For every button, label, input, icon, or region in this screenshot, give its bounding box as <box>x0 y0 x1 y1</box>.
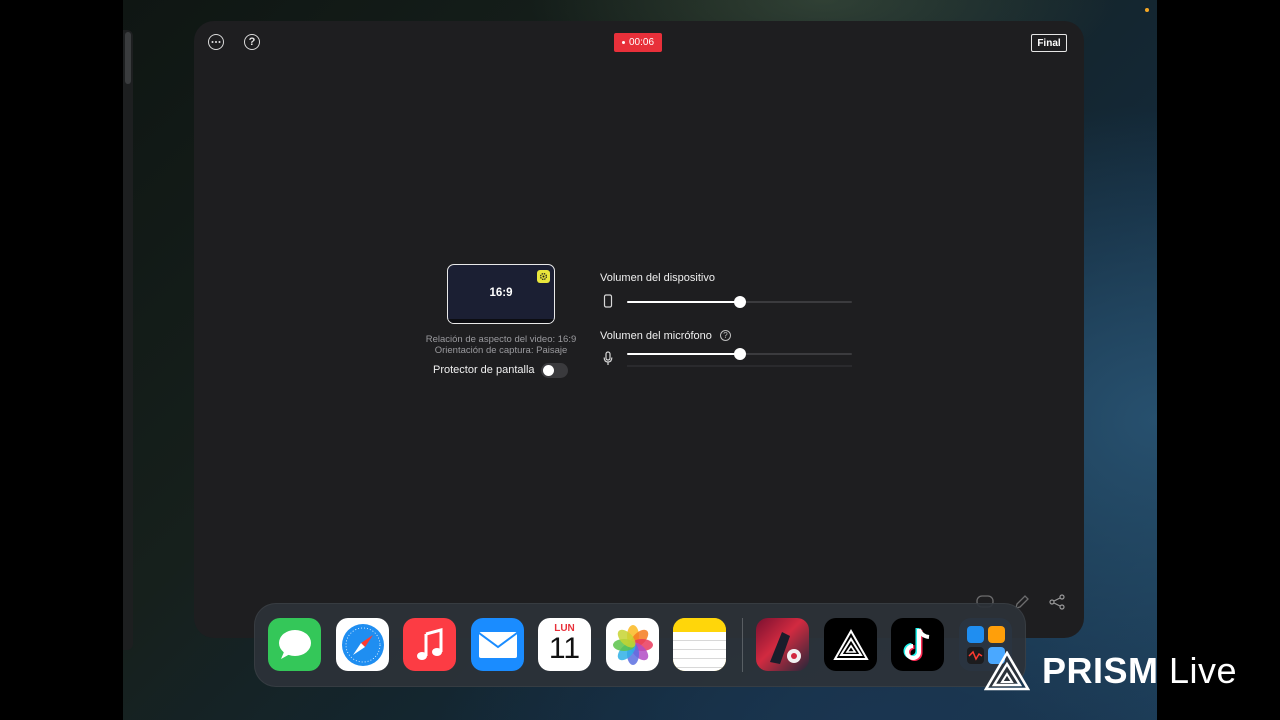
mic-volume-knob[interactable] <box>733 348 746 360</box>
mic-volume-slider[interactable] <box>627 348 852 360</box>
share-icon[interactable] <box>1048 593 1066 611</box>
device-volume-slider[interactable] <box>627 296 852 308</box>
aspect-ratio-preview[interactable]: 16:9 <box>447 264 555 324</box>
aspect-ratio-text: Relación de aspecto del video: 16:9 <box>425 334 577 345</box>
notes-paper <box>673 632 726 671</box>
mic-volume-fill <box>627 353 740 355</box>
notes-app-icon[interactable] <box>673 618 726 671</box>
watermark-brand: PRISM <box>1042 650 1159 691</box>
settings-gear-icon[interactable] <box>537 270 550 283</box>
help-button[interactable]: ? <box>244 34 260 50</box>
toggle-knob <box>543 365 554 376</box>
preview-bottom-bar <box>448 319 554 323</box>
recording-time: 00:06 <box>628 37 655 48</box>
safari-app-icon[interactable] <box>336 618 389 671</box>
privacy-indicator-dot <box>1145 8 1149 12</box>
ellipsis-circle-icon <box>211 41 221 43</box>
aspect-ratio-label: 16:9 <box>489 287 513 299</box>
ipad-screen: ? 00:06 Final 16:9 Relación de aspecto d… <box>123 0 1157 720</box>
mail-app-icon[interactable] <box>471 618 524 671</box>
watermark-suffix: Live <box>1169 650 1238 691</box>
notes-header <box>673 618 726 632</box>
music-app-icon[interactable] <box>403 618 456 671</box>
tiktok-app-icon[interactable] <box>891 618 944 671</box>
prism-live-app-icon[interactable] <box>824 618 877 671</box>
more-options-button[interactable] <box>208 34 224 50</box>
screen-protector-label: Protector de pantalla <box>433 364 535 376</box>
calendar-app-icon[interactable]: LUN 11 <box>538 618 591 671</box>
free-fire-max-app-icon[interactable] <box>756 618 809 671</box>
microphone-icon <box>603 351 613 365</box>
recording-dot-icon <box>621 41 625 44</box>
dock: LUN 11 <box>254 603 1026 687</box>
device-volume-label: Volumen del dispositivo <box>600 272 715 284</box>
orientation-text: Orientación de captura: Paisaje <box>434 345 568 356</box>
device-phone-icon <box>603 294 613 308</box>
device-volume-knob[interactable] <box>733 296 746 308</box>
final-button[interactable]: Final <box>1031 34 1067 52</box>
left-app-edge-thumb <box>125 32 131 84</box>
device-volume-fill <box>627 301 740 303</box>
watermark-text: PRISM Live <box>1042 650 1237 692</box>
prism-live-watermark: PRISM Live <box>984 650 1237 692</box>
messages-app-icon[interactable] <box>268 618 321 671</box>
prism-logo-icon <box>984 651 1030 691</box>
mic-help-icon[interactable]: ? <box>720 330 731 341</box>
screen-protector-toggle[interactable] <box>541 363 568 378</box>
left-app-edge[interactable] <box>123 30 133 650</box>
dock-separator <box>742 618 743 672</box>
recording-timer-badge: 00:06 <box>614 33 662 52</box>
prism-app-window: ? 00:06 Final 16:9 Relación de aspecto d… <box>194 21 1084 638</box>
photos-app-icon[interactable] <box>606 618 659 671</box>
mic-level-meter <box>627 365 852 367</box>
calendar-date-label: 11 <box>548 632 581 665</box>
mic-volume-label: Volumen del micrófono <box>600 330 712 342</box>
question-circle-icon: ? <box>248 36 256 48</box>
